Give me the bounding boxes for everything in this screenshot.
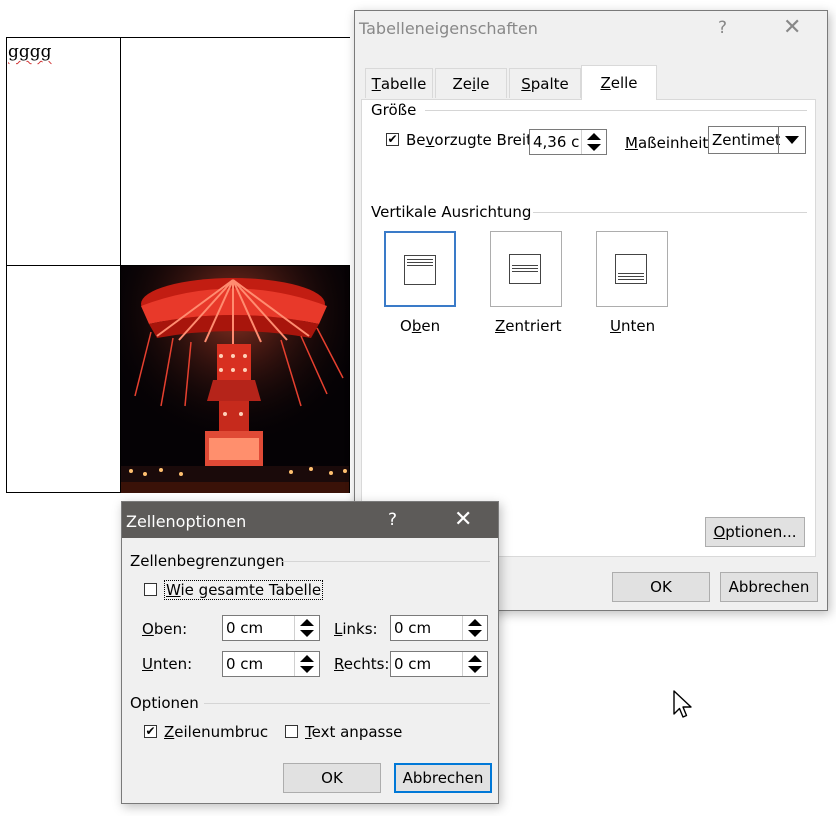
- table-properties-cancel-button[interactable]: Abbrechen: [720, 572, 818, 602]
- preferred-width-arrows[interactable]: [581, 130, 606, 154]
- same-as-table-checkbox[interactable]: [144, 583, 157, 596]
- preferred-width-checkbox[interactable]: ✔: [386, 133, 399, 146]
- close-icon[interactable]: ✕: [454, 507, 472, 532]
- chair-swing-ride-image: [121, 266, 349, 493]
- right-margin-label: Rechts:: [334, 655, 390, 673]
- cell-margins-divider: [282, 561, 490, 562]
- unit-label: Maßeinheit: [625, 134, 709, 152]
- right-margin-value: 0 cm: [394, 655, 432, 673]
- fit-text-label: Text anpasse: [305, 723, 403, 741]
- spin-down-icon[interactable]: [300, 666, 314, 673]
- cell-margins-group-label: Zellenbegrenzungen: [130, 552, 285, 570]
- bottom-margin-label: Unten:: [142, 655, 193, 673]
- spin-down-icon[interactable]: [468, 630, 482, 637]
- spin-up-icon[interactable]: [468, 655, 482, 662]
- bottom-margin-value: 0 cm: [226, 655, 264, 673]
- dropdown-arrow-icon[interactable]: [778, 127, 805, 153]
- table-border-right: [349, 265, 350, 493]
- unit-combobox[interactable]: Zentimeter: [708, 126, 806, 154]
- align-bottom-label: Unten: [610, 317, 656, 335]
- align-top-icon: [404, 255, 436, 285]
- tab-spalte[interactable]: Spalte: [509, 68, 581, 98]
- align-center-button[interactable]: [490, 231, 562, 307]
- cell-options-titlebar[interactable]: Zellenoptionen ? ✕: [122, 502, 498, 538]
- align-top-label: Oben: [400, 317, 441, 335]
- fit-text-checkbox[interactable]: [285, 725, 298, 738]
- options-group-divider: [204, 703, 490, 704]
- size-group-divider: [425, 110, 807, 111]
- spin-up-icon[interactable]: [300, 655, 314, 662]
- bottom-margin-spinner[interactable]: 0 cm: [222, 651, 320, 677]
- size-group-label: Größe: [371, 101, 417, 119]
- preferred-width-value: 4,36 cm: [533, 133, 579, 151]
- align-bottom-button[interactable]: [596, 231, 668, 307]
- align-bottom-icon: [615, 254, 647, 284]
- tab-zeile[interactable]: Ze i le: [435, 68, 507, 98]
- spin-up-icon[interactable]: [468, 619, 482, 626]
- top-margin-spinner[interactable]: 0 cm: [222, 615, 320, 641]
- wrap-text-checkbox[interactable]: ✔: [144, 725, 157, 738]
- wrap-text-label: Zeilenumbruc: [164, 723, 269, 741]
- top-margin-value: 0 cm: [226, 619, 264, 637]
- bottom-margin-arrows[interactable]: [294, 652, 319, 676]
- left-margin-spinner[interactable]: 0 cm: [390, 615, 488, 641]
- same-as-table-label: Wie gesamte Tabelle: [164, 580, 324, 600]
- help-icon[interactable]: ?: [388, 510, 397, 530]
- table-properties-title: Tabelleneigenschaften: [359, 19, 538, 38]
- spin-down-icon[interactable]: [468, 666, 482, 673]
- close-icon[interactable]: ✕: [783, 15, 801, 40]
- vertical-alignment-group-label: Vertikale Ausrichtung: [371, 203, 532, 221]
- preferred-width-label: Bevorzugte Breit: [406, 131, 532, 149]
- align-center-label: Zentriert: [495, 317, 562, 335]
- cell-options-cancel-button[interactable]: Abbrechen: [394, 763, 492, 793]
- table-properties-titlebar[interactable]: Tabelleneigenschaften ? ✕: [355, 11, 827, 47]
- align-center-icon: [509, 254, 541, 284]
- cell-options-dialog: Zellenoptionen ? ✕ Zellenbegrenzungen Wi…: [121, 501, 499, 804]
- mouse-cursor-icon: [673, 690, 692, 718]
- table-cell-text[interactable]: gggg: [8, 42, 52, 62]
- cell-options-ok-button[interactable]: OK: [283, 763, 381, 793]
- table-border-top: [6, 37, 350, 38]
- spin-down-icon[interactable]: [587, 144, 601, 151]
- table-border-left: [6, 37, 7, 493]
- carousel-photo[interactable]: [121, 266, 349, 493]
- tab-tabelle[interactable]: Tabelle: [365, 68, 433, 98]
- options-button[interactable]: Optionen...: [705, 517, 805, 547]
- right-margin-arrows[interactable]: [462, 652, 487, 676]
- spin-down-icon[interactable]: [300, 630, 314, 637]
- unit-value: Zentimeter: [712, 131, 780, 149]
- left-margin-label: Links:: [334, 620, 378, 638]
- spin-up-icon[interactable]: [300, 619, 314, 626]
- table-properties-ok-button[interactable]: OK: [612, 572, 710, 602]
- preferred-width-spinner[interactable]: 4,36 cm: [529, 129, 607, 155]
- help-icon[interactable]: ?: [718, 18, 727, 38]
- right-margin-spinner[interactable]: 0 cm: [390, 651, 488, 677]
- left-margin-value: 0 cm: [394, 619, 432, 637]
- tab-zelle[interactable]: Zelle: [581, 65, 657, 100]
- top-margin-label: Oben:: [142, 620, 188, 638]
- left-margin-arrows[interactable]: [462, 616, 487, 640]
- align-top-button[interactable]: [384, 231, 456, 307]
- top-margin-arrows[interactable]: [294, 616, 319, 640]
- vertical-alignment-divider: [533, 212, 807, 213]
- spin-up-icon[interactable]: [587, 133, 601, 140]
- cell-options-title: Zellenoptionen: [126, 512, 247, 531]
- options-group-label: Optionen: [130, 694, 199, 712]
